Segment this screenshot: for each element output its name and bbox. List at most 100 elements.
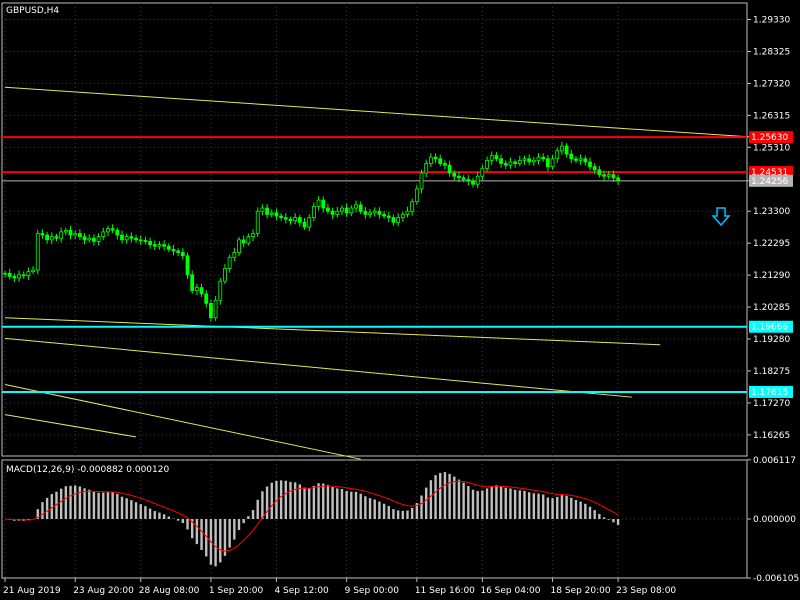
candle-body: [148, 241, 152, 245]
candle-body: [12, 275, 17, 279]
candle-body: [419, 172, 424, 190]
trendline[interactable]: [4, 383, 361, 460]
candle-body: [134, 237, 138, 241]
price-panel[interactable]: [2, 86, 792, 460]
symbol-label: GBPUSD,H4: [6, 6, 59, 16]
trendline[interactable]: [4, 317, 661, 346]
candle-body: [194, 287, 199, 292]
x-tick-label: 18 Sep 20:00: [551, 586, 611, 596]
candle-body: [124, 236, 129, 241]
candle-body: [475, 175, 480, 185]
candle-body: [213, 299, 218, 319]
candle-body: [489, 155, 494, 161]
candle-body: [569, 153, 574, 160]
trendline[interactable]: [4, 337, 633, 398]
candle-body: [503, 163, 508, 166]
macd-label: MACD(12,26,9) -0.000882 0.000120: [6, 465, 169, 475]
candle-body: [101, 231, 106, 238]
x-tick-label: 16 Sep 04:00: [480, 586, 540, 596]
candle-body: [391, 217, 396, 223]
x-tick-label: 11 Sep 16:00: [415, 586, 475, 596]
macd-signal-line: [4, 480, 619, 552]
candle-body: [368, 212, 372, 215]
candle-body: [433, 156, 438, 160]
candle-body: [536, 156, 541, 161]
candle-body: [471, 180, 475, 185]
x-tick-label: 23 Sep 08:00: [616, 586, 676, 596]
macd-y-tick-label: -0.006105: [753, 574, 799, 584]
support-level-label: 1.19666: [751, 323, 788, 333]
candle-body: [185, 255, 190, 276]
candle-body: [447, 164, 452, 174]
candle-body: [588, 161, 592, 168]
candle-body: [241, 239, 246, 244]
candle-body: [143, 240, 148, 242]
candle-body: [564, 145, 569, 155]
chart-canvas[interactable]: 1.29330 1.28325 1.27320 1.26315 1.25310 1.242…: [0, 0, 800, 600]
candle-body: [3, 272, 7, 275]
candle-body: [583, 158, 588, 163]
y-tick-label: 1.29330: [753, 16, 790, 26]
macd-panel[interactable]: [2, 472, 747, 567]
candle-body: [204, 293, 209, 304]
candle-body: [279, 215, 284, 218]
candle-body: [218, 280, 223, 301]
candle-body: [59, 231, 64, 239]
candle-body: [260, 207, 265, 212]
x-tick-label: 23 Aug 20:00: [73, 586, 134, 596]
candle-body: [68, 229, 73, 236]
y-tick-label: 1.20285: [753, 303, 790, 313]
candle-body: [227, 256, 232, 269]
candle-body: [574, 158, 578, 161]
y-tick-label: 1.17270: [753, 399, 790, 409]
candle-body: [358, 204, 363, 212]
price-axis: 1.29330 1.28325 1.27320 1.26315 1.25310 1.242…: [747, 16, 793, 441]
down-arrow-icon[interactable]: [711, 207, 731, 227]
candle-body: [410, 201, 415, 212]
candle-body: [115, 229, 120, 236]
candle-body: [550, 158, 555, 168]
candle-body: [461, 177, 466, 180]
candle-body: [293, 217, 298, 222]
candle-body: [311, 206, 316, 218]
trendline[interactable]: [4, 414, 137, 438]
candle-body: [578, 158, 583, 161]
candle-body: [438, 158, 443, 164]
candle-body: [396, 217, 401, 223]
bid-level-label: 1.24256: [751, 177, 788, 187]
candle-body: [457, 175, 461, 179]
candle-body: [611, 174, 616, 179]
candle-body: [494, 155, 499, 160]
candle-body: [209, 303, 213, 319]
candle-body: [316, 199, 321, 207]
trendline[interactable]: [4, 86, 792, 141]
candle-body: [297, 217, 302, 223]
candle-body: [527, 158, 532, 163]
candle-body: [485, 159, 489, 169]
candle-body: [82, 236, 87, 241]
candle-body: [405, 210, 410, 215]
candle-body: [335, 210, 340, 215]
candle-body: [180, 252, 185, 257]
candle-body: [522, 158, 527, 161]
candle-body: [616, 177, 620, 182]
y-tick-label: 1.27320: [753, 79, 790, 89]
candle-body: [344, 207, 349, 214]
candle-body: [40, 233, 45, 236]
x-tick-label: 4 Sep 12:00: [274, 586, 329, 596]
candle-body: [26, 271, 31, 276]
candle-body: [237, 239, 241, 253]
candle-body: [223, 268, 227, 282]
candle-body: [63, 229, 68, 233]
candle-body: [452, 172, 457, 177]
candle-body: [545, 158, 550, 168]
candle-body: [54, 236, 59, 239]
macd-y-tick-label: 0.006117: [753, 456, 796, 466]
candle-body: [190, 274, 195, 292]
candle-body: [560, 145, 564, 152]
candle-body: [354, 204, 358, 209]
candle-body: [466, 179, 471, 182]
x-tick-label: 1 Sep 20:00: [209, 586, 264, 596]
candle-body: [428, 156, 433, 164]
candle-body: [274, 212, 279, 217]
